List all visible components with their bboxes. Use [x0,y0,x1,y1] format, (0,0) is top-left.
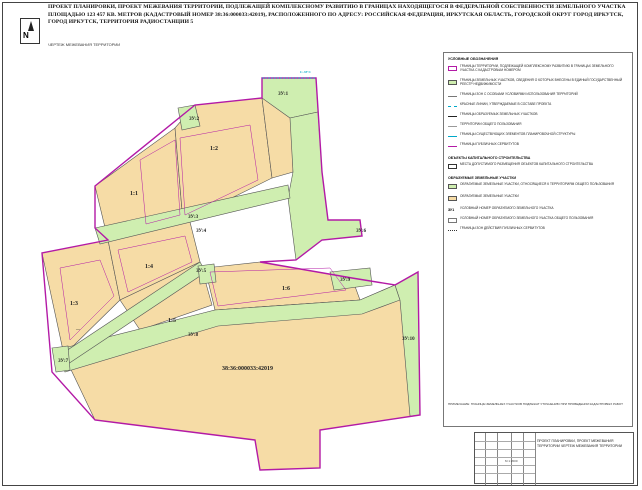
stamp-divider [475,449,535,450]
legend-tag-symbol: ЗУ1 [448,208,455,212]
stamp-divider [475,465,535,466]
stamp-title: ПРОЕКТ ПЛАНИРОВКИ, ПРОЕКТ МЕЖЕВАНИЯ ТЕРР… [537,439,623,448]
legend-text: ОБРАЗУЕМЫЕ ЗЕМЕЛЬНЫЕ УЧАСТКИ [460,194,519,198]
label-1-5: 1:5 [168,318,176,324]
label-1-4: 1:4 [145,264,153,270]
legend-symbol [448,218,457,223]
stamp-divider [475,457,535,458]
cyan-tag: С-ЗУ:1 [300,70,311,74]
legend-item: ГРАНИЦЫ ТЕРРИТОРИИ, ПОДЛЕЖАЩЕЙ КОМПЛЕКСН… [448,64,630,75]
legend-text: ОБРАЗУЕМЫЕ ЗЕМЕЛЬНЫЕ УЧАСТКИ, ОТНОСЯЩИЕС… [460,182,615,186]
legend-symbol [448,164,457,169]
label-1-3: 1:3 [70,301,78,307]
legend-text: ГРАНИЦЫ ЗОН С ОСОБЫМИ УСЛОВИЯМИ ИСПОЛЬЗО… [460,92,578,96]
legend-heading: УСЛОВНЫЕ ОБОЗНАЧЕНИЯ [448,57,499,61]
label-1-2: 1:2 [210,146,218,152]
legend-text: ГРАНИЦЫ ОБРАЗУЕМЫХ ЗЕМЕЛЬНЫХ УЧАСТКОВ [460,112,538,116]
legend-item: МЕСТА ДОПУСТИМОГО РАЗМЕЩЕНИЯ ОБЪЕКТОВ КА… [448,162,630,173]
legend-text: ГРАНИЦЫ ЗЕМЕЛЬНЫХ УЧАСТКОВ, СВЕДЕНИЯ О К… [460,78,623,86]
label-1-1: 1:1 [130,191,138,197]
legend-symbol [448,66,457,71]
legend-text: УСЛОВНЫЙ НОМЕР ОБРАЗУЕМОГО ЗЕМЕЛЬНОГО УЧ… [460,206,554,210]
legend-heading: ОБЪЕКТЫ КАПИТАЛЬНОГО СТРОИТЕЛЬСТВА [448,156,531,160]
legend-item: ГРАНИЦЫ ЗОН ДЕЙСТВИЯ ПУБЛИЧНЫХ СЕРВИТУТО… [448,226,630,237]
legend-note: ПРИМЕЧАНИЕ: ГРАНИЦЫ ЗЕМЕЛЬНЫХ УЧАСТКОВ П… [448,402,623,406]
cadastral-number: 38:36:000033:42019 [222,366,273,372]
label-1-6: 1:6 [282,286,290,292]
legend-heading: ОБРАЗУЕМЫЕ ЗЕМЕЛЬНЫЕ УЧАСТКИ [448,176,517,180]
legend-text: ТЕРРИТОРИИ ОБЩЕГО ПОЛЬЗОВАНИЯ [460,122,522,126]
legend-text: ГРАНИЦЫ ЗОН ДЕЙСТВИЯ ПУБЛИЧНЫХ СЕРВИТУТО… [460,226,545,230]
legend-symbol [448,136,457,137]
legend-symbol [448,106,457,107]
legend-text: МЕСТА ДОПУСТИМОГО РАЗМЕЩЕНИЯ ОБЪЕКТОВ КА… [460,162,594,166]
label-zu5-small: ЗУ:5 [196,269,207,274]
label-zu8: ЗУ:8 [188,333,199,338]
legend-symbol [448,96,457,97]
stamp-divider [475,441,535,442]
legend-text: ГРАНИЦЫ ТЕРРИТОРИИ, ПОДЛЕЖАЩЕЙ КОМПЛЕКСН… [460,64,614,72]
legend-text: ГРАНИЦЫ СУЩЕСТВУЮЩИХ ЭЛЕМЕНТОВ ПЛАНИРОВО… [460,132,576,136]
legend-text: ГРАНИЦЫ ПУБЛИЧНЫХ СЕРВИТУТОВ [460,142,519,146]
label-zu6: ЗУ:6 [356,229,367,234]
strip-small-square [197,263,217,285]
legend-symbol [448,116,457,117]
label-zu3: ЗУ:3 [188,215,199,220]
legend-symbol [448,196,457,201]
legend-item: ГРАНИЦЫ ЗЕМЕЛЬНЫХ УЧАСТКОВ, СВЕДЕНИЯ О К… [448,78,630,89]
stamp-divider [475,473,535,474]
legend-symbol [448,146,457,147]
label-zu2: ЗУ:2 [189,117,200,122]
title-block-stamp: ПРОЕКТ ПЛАНИРОВКИ, ПРОЕКТ МЕЖЕВАНИЯ ТЕРР… [474,432,634,485]
legend-item: ОБРАЗУЕМЫЕ ЗЕМЕЛЬНЫЕ УЧАСТКИ [448,194,630,205]
legend-symbol [448,184,457,189]
legend-symbol [448,230,457,231]
legend-text: КРАСНЫЕ ЛИНИИ, УТВЕРЖДАЕМЫЕ В СОСТАВЕ ПР… [460,102,552,106]
label-zu7: ЗУ:7 [58,359,69,364]
stamp-scale: М 1:2000 [505,459,518,463]
label-zu9: ЗУ:9 [340,278,351,283]
legend-panel: УСЛОВНЫЕ ОБОЗНАЧЕНИЯ ГРАНИЦЫ ТЕРРИТОРИИ,… [443,52,633,427]
legend-item: ГРАНИЦЫ ПУБЛИЧНЫХ СЕРВИТУТОВ [448,142,630,153]
label-zu1: ЗУ:1 [278,92,289,97]
legend-item: ОБРАЗУЕМЫЕ ЗЕМЕЛЬНЫЕ УЧАСТКИ, ОТНОСЯЩИЕС… [448,182,630,193]
label-zu4: ЗУ:4 [196,229,207,234]
legend-symbol [448,126,457,127]
label-zu10: ЗУ:10 [402,337,415,342]
strip-zu9 [329,267,373,291]
legend-text: УСЛОВНЫЙ НОМЕР ОБРАЗУЕМОГО ЗЕМЕЛЬНОГО УЧ… [460,216,594,220]
legend-symbol [448,80,457,85]
stamp-divider [535,433,536,485]
